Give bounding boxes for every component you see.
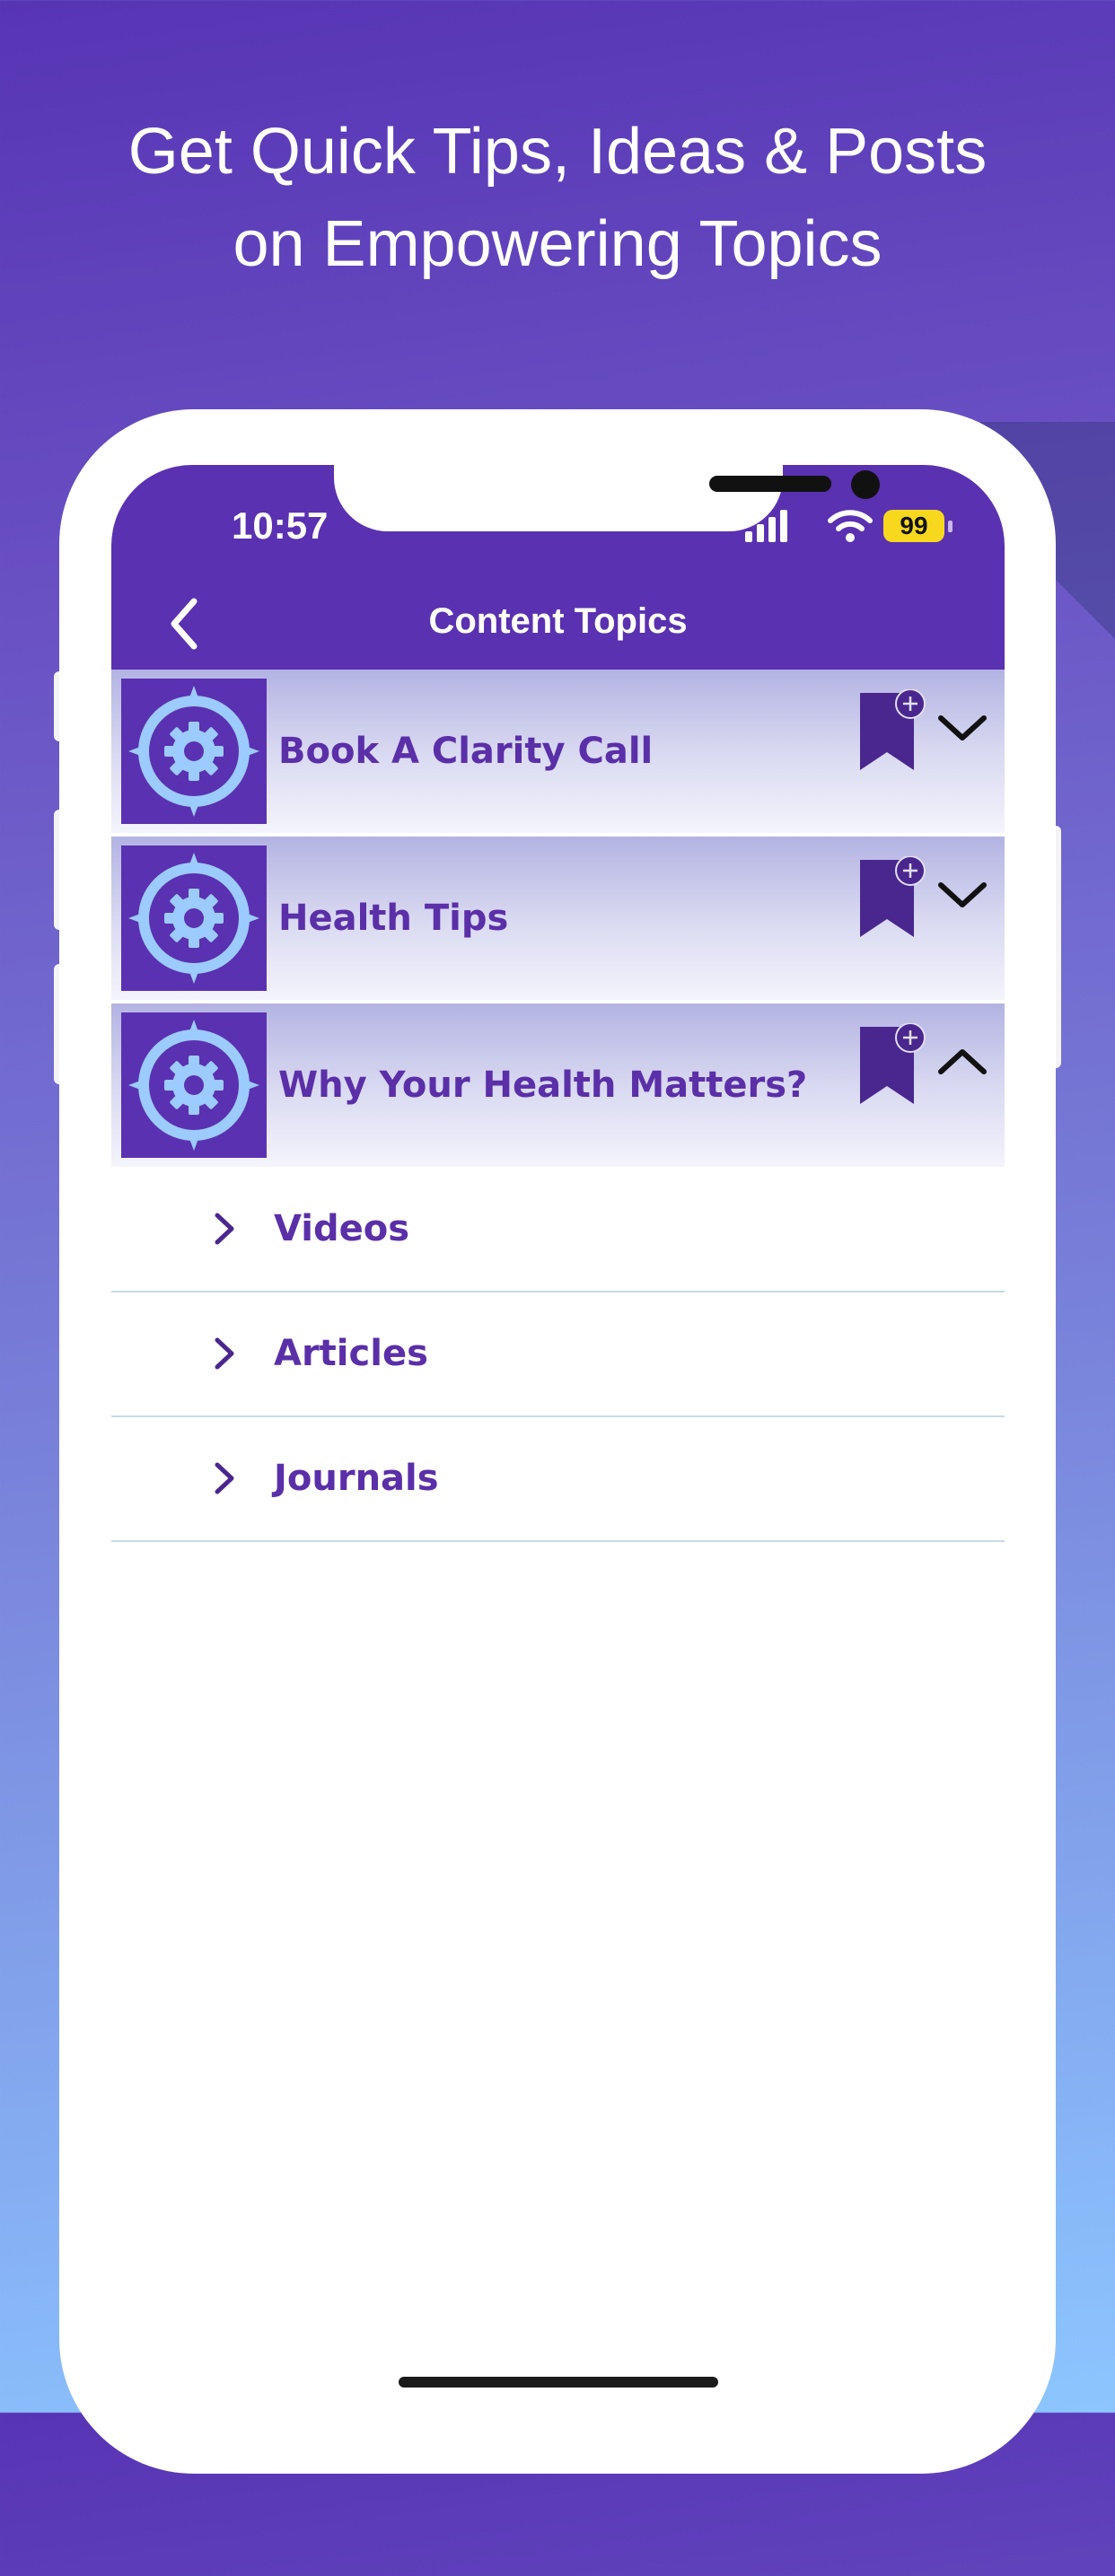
topic-title: Health Tips (278, 898, 509, 939)
front-camera (851, 470, 880, 499)
topic-thumbnail (121, 846, 267, 991)
expand-toggle[interactable] (935, 705, 989, 750)
chevron-up-icon (938, 1049, 987, 1074)
subitem-articles[interactable]: Articles (111, 1292, 1005, 1417)
target-gear-icon (128, 853, 259, 984)
battery-tip (948, 521, 953, 532)
subitem-videos[interactable]: Videos (111, 1167, 1005, 1292)
bookmark-add-icon (860, 1022, 926, 1104)
notch (334, 465, 880, 531)
target-gear-icon (128, 1020, 259, 1151)
promo-headline-line-1: Get Quick Tips, Ideas & Posts (127, 116, 988, 188)
status-icons: 99 (743, 510, 959, 546)
chevron-down-icon (938, 882, 987, 907)
bookmark-add-button[interactable] (856, 855, 937, 946)
bookmark-add-icon (860, 688, 926, 770)
topic-thumbnail (121, 1012, 267, 1158)
expand-toggle[interactable] (935, 872, 989, 917)
subitem-label: Journals (274, 1458, 439, 1499)
status-time: 10:57 (232, 504, 329, 547)
cellular-signal-icon (745, 510, 787, 542)
phone-screen: 10:57 99 Content Topics Book A Clarity C… (111, 465, 1005, 2440)
topic-title: Book A Clarity Call (278, 731, 654, 772)
subitem-label: Videos (274, 1208, 410, 1249)
chevron-down-icon (938, 715, 987, 740)
chevron-right-icon (215, 1462, 234, 1494)
bookmark-add-icon (860, 855, 926, 937)
collapse-toggle[interactable] (935, 1039, 989, 1084)
speaker (709, 476, 831, 492)
topic-row-health-tips[interactable]: Health Tips (111, 837, 1005, 1000)
bookmark-add-button[interactable] (856, 688, 937, 779)
screen-title: Content Topics (428, 601, 688, 641)
chevron-right-icon (215, 1337, 234, 1370)
subitem-journals[interactable]: Journals (111, 1416, 1005, 1542)
wifi-icon (828, 510, 873, 542)
target-gear-icon (128, 686, 259, 817)
promo-headline-line-2: on Empowering Topics (233, 208, 882, 280)
promo-headline: Get Quick Tips, Ideas & Posts on Empower… (0, 106, 1115, 291)
topic-title: Why Your Health Matters? (278, 1065, 808, 1106)
chevron-right-icon (215, 1213, 234, 1245)
app-bar: 10:57 99 Content Topics (111, 465, 1005, 670)
topic-row-book-a-clarity-call[interactable]: Book A Clarity Call (111, 670, 1005, 833)
home-indicator[interactable] (399, 2377, 718, 2388)
battery-level: 99 (883, 510, 944, 542)
topic-thumbnail (121, 679, 267, 824)
bookmark-add-button[interactable] (856, 1022, 937, 1113)
topic-row-why-your-health-matters[interactable]: Why Your Health Matters? (111, 1003, 1005, 1167)
subitem-label: Articles (274, 1333, 428, 1374)
